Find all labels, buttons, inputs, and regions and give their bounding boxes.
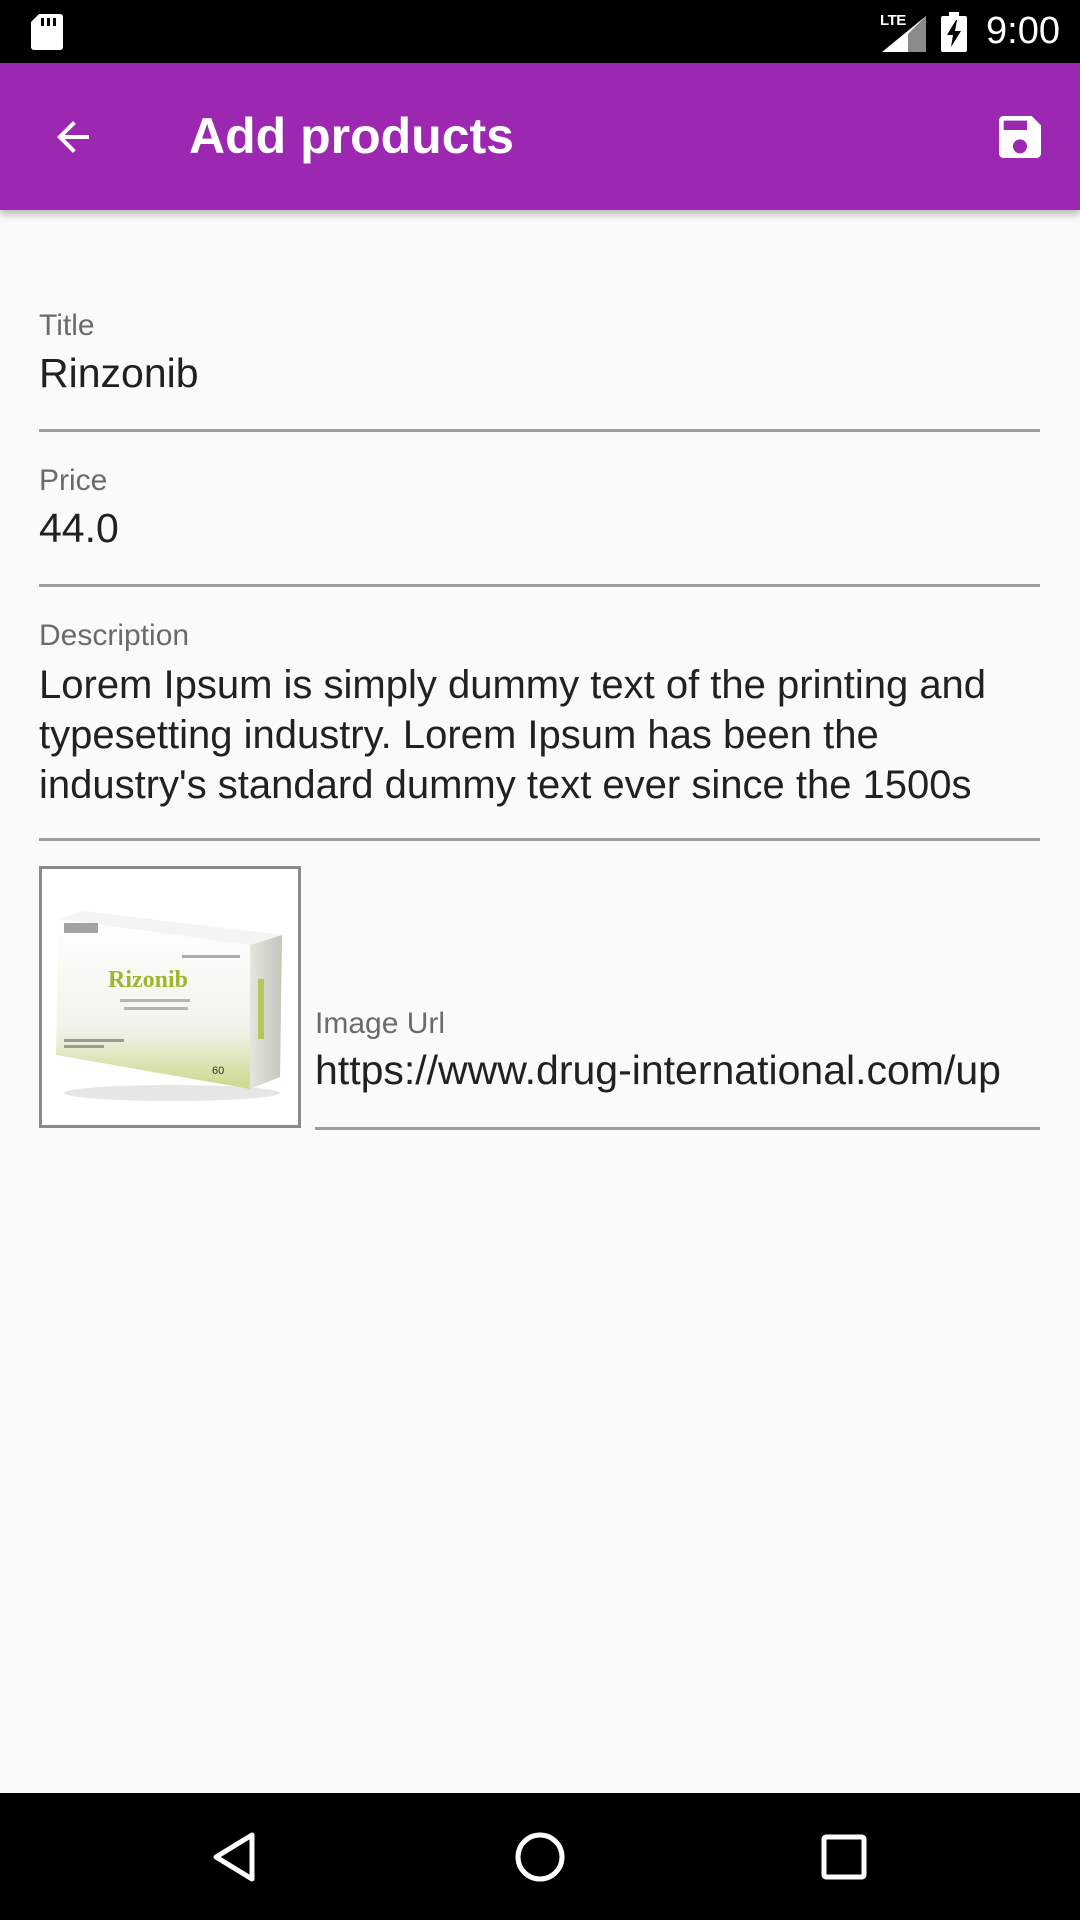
description-field[interactable]: Description Lorem Ipsum is simply dummy … [39,610,1040,841]
app-bar: Add products [0,63,1080,210]
image-url-label: Image Url [315,1007,446,1040]
price-input[interactable]: 44.0 [39,505,119,552]
image-url-input[interactable]: https://www.drug-international.com/up [315,1047,1001,1094]
nav-recents-button[interactable] [808,1821,880,1893]
nav-home-button[interactable] [504,1821,576,1893]
save-icon [999,116,1041,158]
network-type: LTE [880,11,906,29]
image-url-field[interactable]: Image Url https://www.drug-international… [315,1000,1040,1130]
title-label: Title [39,309,95,342]
status-bar: LTE 9:00 [0,0,1080,63]
nav-back-button[interactable] [200,1821,272,1893]
arrow-back-icon [57,121,89,153]
status-icons: LTE 9:00 [880,0,1060,63]
price-field[interactable]: Price 44.0 [39,455,1040,587]
network-indicator: LTE [880,11,927,52]
battery-charging-icon [941,11,968,52]
nav-home-icon [515,1832,565,1882]
preview-count-text: 60 [212,1065,224,1077]
sd-card-icon [31,14,63,50]
medicine-box-image: Rizonib 60 [56,911,282,1101]
navigation-bar [0,1793,1080,1920]
preview-brand-text: Rizonib [108,967,188,993]
title-field[interactable]: Title Rinzonib [39,300,1040,432]
save-button[interactable] [980,97,1060,177]
page-title: Add products [189,108,514,164]
nav-back-icon [213,1832,255,1882]
description-label: Description [39,619,190,652]
title-input[interactable]: Rinzonib [39,350,199,397]
screen: LTE 9:00 Add products Title Rinzonib Pri… [0,0,1080,1920]
back-button[interactable] [30,99,116,175]
description-input[interactable]: Lorem Ipsum is simply dummy text of the … [39,660,1049,810]
product-image-preview: Rizonib 60 [39,866,301,1128]
clock: 9:00 [986,10,1060,52]
price-label: Price [39,464,108,497]
nav-recents-icon [821,1834,867,1880]
